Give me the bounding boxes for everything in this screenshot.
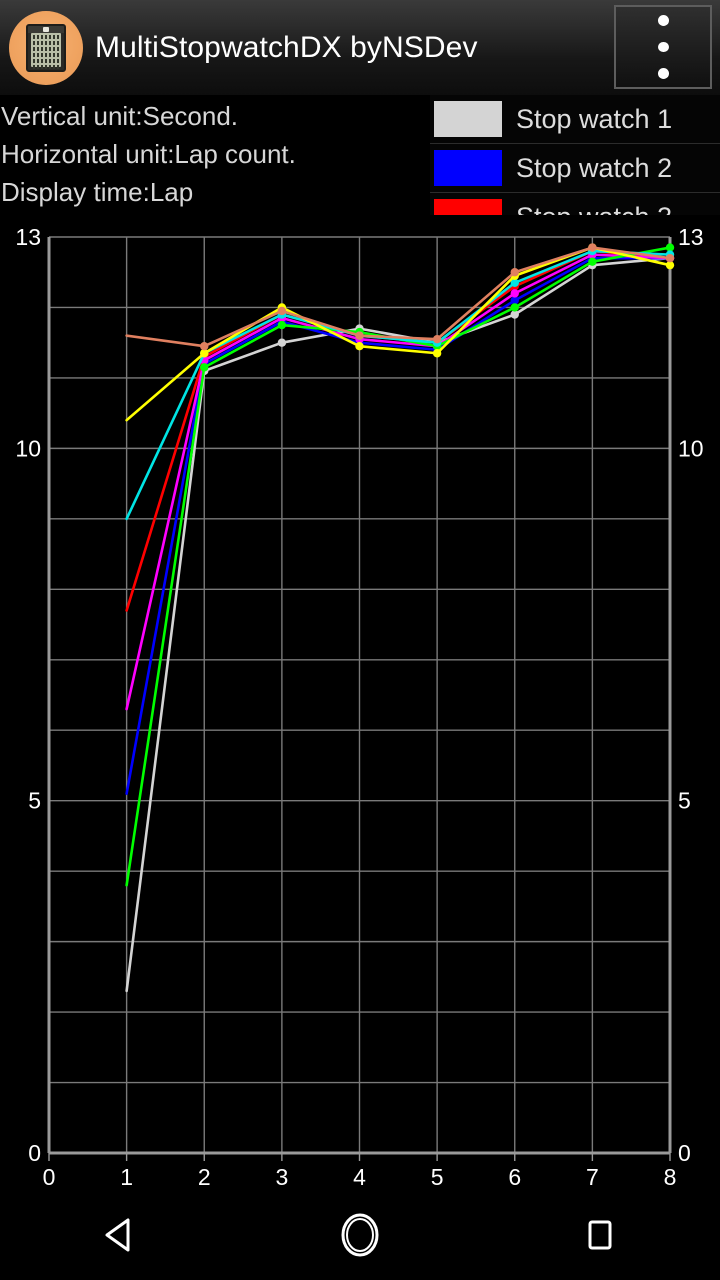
- series-point-5: [588, 257, 597, 266]
- action-bar: MultiStopwatchDX byNSDev: [0, 0, 720, 95]
- back-button[interactable]: [60, 1190, 180, 1280]
- x-axis-tick-label: 6: [508, 1164, 521, 1190]
- series-point-8: [432, 334, 442, 344]
- y-axis-tick-label-right: 5: [678, 788, 691, 814]
- series-point-1: [277, 338, 287, 347]
- overflow-dot-icon: [657, 15, 669, 26]
- line-chart[interactable]: 0 5 10 13 0 5 10 13 0 1 2 3 4 5 6 7 8: [0, 215, 720, 1190]
- x-axis-tick-label: 0: [43, 1164, 56, 1190]
- x-axis-tick-label: 8: [664, 1164, 677, 1190]
- app-root: MultiStopwatchDX byNSDev Vertical unit:S…: [0, 0, 720, 1280]
- legend-list[interactable]: Stop watch 1 Stop watch 2 Stop watch 3: [430, 95, 720, 215]
- series-point-8: [277, 306, 287, 316]
- y-axis-tick-label-left: 13: [15, 224, 41, 250]
- recents-button[interactable]: [540, 1190, 660, 1280]
- list-item[interactable]: Stop watch 2: [430, 144, 720, 193]
- chart-container[interactable]: 0 5 10 13 0 5 10 13 0 1 2 3 4 5 6 7 8: [0, 215, 720, 1190]
- y-axis-tick-label-right: 0: [678, 1140, 691, 1166]
- info-line-horizontal-unit: Horizontal unit:Lap count.: [1, 139, 296, 169]
- chart-info-block: Vertical unit:Second. Horizontal unit:La…: [0, 97, 430, 211]
- series-point-8: [510, 268, 519, 277]
- series-point-5: [277, 320, 287, 330]
- series-line-3: [125, 249, 672, 612]
- series-point-7: [355, 342, 364, 351]
- x-axis-tick-label: 2: [198, 1164, 211, 1190]
- overflow-dot-icon: [657, 68, 669, 80]
- info-line-vertical-unit: Vertical unit:Second.: [1, 101, 239, 131]
- series-line-4: [125, 253, 672, 711]
- series-point-4: [510, 289, 519, 298]
- y-axis-tick-label-left: 5: [28, 788, 41, 814]
- series-point-8: [200, 342, 209, 351]
- android-navigation-bar: [0, 1190, 720, 1280]
- y-axis-tick-label-left: 0: [28, 1140, 41, 1166]
- x-axis-tick-label: 1: [120, 1164, 133, 1190]
- x-axis-tick-label: 4: [353, 1164, 366, 1190]
- series-point-8: [355, 331, 364, 340]
- back-triangle-icon: [105, 1218, 130, 1252]
- series-point-8: [665, 253, 675, 263]
- legend-item-label: Stop watch 2: [516, 152, 673, 183]
- stopwatch-icon-body: [26, 23, 66, 72]
- overflow-dot-icon: [657, 41, 669, 53]
- page-title: MultiStopwatchDX byNSDev: [95, 30, 478, 64]
- x-axis-tick-label: 7: [586, 1164, 599, 1190]
- stopwatch-icon-top: [28, 25, 64, 33]
- series-point-5: [510, 303, 519, 312]
- stopwatch-app-icon: [9, 10, 83, 85]
- series-point-8: [588, 243, 597, 252]
- home-circle-icon: [341, 1213, 379, 1257]
- series-line-6: [125, 249, 672, 521]
- legend-color-swatch: [434, 101, 502, 137]
- y-axis-tick-label-right: 13: [678, 224, 704, 250]
- y-axis-tick-label-right: 10: [678, 435, 704, 461]
- legend-item-label: Stop watch 1: [516, 103, 673, 134]
- info-legend-strip: Vertical unit:Second. Horizontal unit:La…: [0, 95, 720, 215]
- series-line-7: [125, 246, 672, 422]
- home-button[interactable]: [300, 1190, 420, 1280]
- list-item[interactable]: Stop watch 1: [430, 95, 720, 144]
- legend-color-swatch: [434, 150, 502, 186]
- legend-item-label: Stop watch 3: [516, 202, 672, 216]
- info-line-display-time: Display time:Lap: [1, 177, 194, 207]
- y-axis-tick-label-left: 10: [15, 435, 41, 461]
- overflow-menu-button[interactable]: [614, 5, 712, 89]
- x-axis-tick-label: 3: [275, 1164, 288, 1190]
- legend-color-swatch: [434, 199, 502, 215]
- stopwatch-icon-screen: [31, 32, 61, 69]
- series-point-7: [432, 349, 442, 358]
- series-point-5: [200, 363, 209, 372]
- recents-square-icon: [588, 1220, 612, 1250]
- list-item[interactable]: Stop watch 3: [430, 193, 720, 215]
- x-axis-tick-label: 5: [431, 1164, 444, 1190]
